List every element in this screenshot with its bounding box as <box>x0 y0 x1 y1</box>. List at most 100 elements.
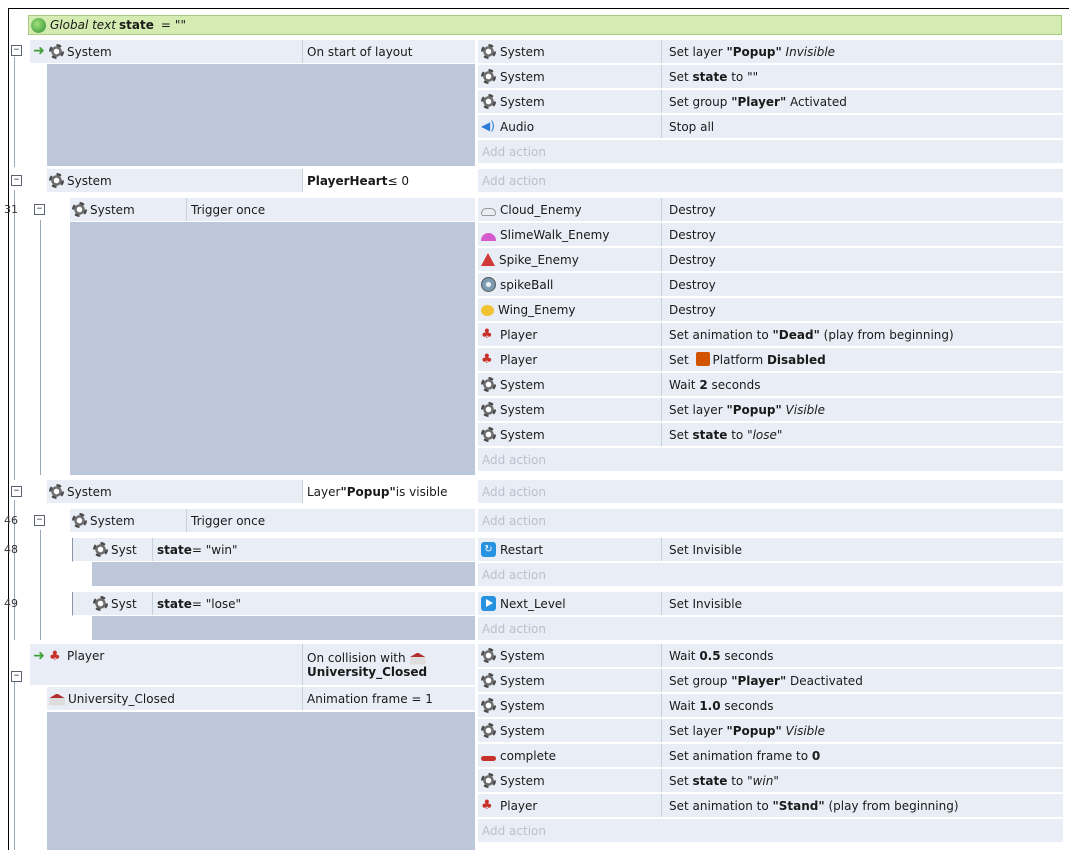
action-row[interactable]: Cloud_Enemy Destroy <box>478 198 1063 222</box>
action-row[interactable]: System Set group "Player" Activated <box>478 90 1063 114</box>
action-text: Set state to "win" <box>662 774 779 788</box>
action-object: Restart <box>500 542 544 557</box>
collapse-toggle[interactable]: − <box>34 204 45 215</box>
condition-text: On start of layout <box>302 40 475 63</box>
gear-icon <box>481 427 496 442</box>
action-text-part: Set <box>669 69 693 84</box>
action-text: Set layer "Popup" Visible <box>662 403 825 417</box>
add-action-row[interactable]: Add action <box>478 480 1063 504</box>
action-text: Destroy <box>669 277 716 292</box>
action-row[interactable]: Wing_Enemy Destroy <box>478 298 1063 322</box>
condition-row[interactable]: System Layer "Popup" is visible <box>47 480 475 504</box>
event-condition-area[interactable] <box>92 562 475 586</box>
action-row[interactable]: complete Set animation frame to 0 <box>478 744 1063 768</box>
action-row[interactable]: SlimeWalk_Enemy Destroy <box>478 223 1063 247</box>
event-condition-area[interactable] <box>47 64 475 166</box>
action-row[interactable]: ↻ Restart Set Invisible <box>478 538 1063 562</box>
action-row[interactable]: ♣ Player Set animation to "Dead" (play fr… <box>478 323 1063 347</box>
action-text-part: "lose" <box>747 427 783 442</box>
condition-row[interactable]: ➜ ♣ Player On collision with University_… <box>30 644 475 686</box>
event-number: 46 <box>4 514 18 527</box>
action-row[interactable]: System Wait 0.5 seconds <box>478 644 1063 668</box>
condition-row[interactable]: System PlayerHeart ≤ 0 <box>47 169 475 193</box>
action-object: complete <box>500 748 557 763</box>
action-row[interactable]: System Set state to "lose" <box>478 423 1063 447</box>
action-text-part: to <box>727 69 748 84</box>
add-action-row[interactable]: Add action <box>478 563 1063 587</box>
gear-icon <box>481 69 496 84</box>
collapse-toggle[interactable]: − <box>11 175 22 186</box>
action-object: Player <box>500 352 538 367</box>
event-condition-area[interactable] <box>70 222 475 475</box>
action-row[interactable]: ♣ Player Set animation to "Stand" (play f… <box>478 794 1063 818</box>
collapse-toggle[interactable]: − <box>11 671 22 682</box>
action-object: System <box>500 648 545 663</box>
add-action-row[interactable]: Add action <box>478 448 1063 472</box>
global-variable-equals: = <box>160 18 171 32</box>
add-action-label[interactable]: Add action <box>478 514 546 528</box>
action-text: Set state to "" <box>662 70 758 84</box>
gear-icon <box>481 648 496 663</box>
gear-icon <box>72 513 87 528</box>
condition-text-part: PlayerHeart <box>307 173 388 188</box>
action-row[interactable]: System Set layer "Popup" Invisible <box>478 40 1063 64</box>
event-condition-area[interactable] <box>92 616 475 640</box>
action-row[interactable]: spikeBall Destroy <box>478 273 1063 297</box>
action-row[interactable]: System Wait 1.0 seconds <box>478 694 1063 718</box>
action-row[interactable]: System Set layer "Popup" Visible <box>478 398 1063 422</box>
condition-text: state = "win" <box>152 538 476 561</box>
add-action-row[interactable]: Add action <box>478 819 1063 843</box>
action-text: Set state to "lose" <box>662 428 782 442</box>
collapse-toggle[interactable]: − <box>34 515 45 526</box>
add-action-label[interactable]: Add action <box>478 453 546 467</box>
action-row[interactable]: ◀) Audio Stop all <box>478 115 1063 139</box>
condition-object-name: System <box>90 513 135 528</box>
event-condition-area[interactable] <box>47 712 475 850</box>
add-action-row[interactable]: Add action <box>478 617 1063 641</box>
condition-object-name: System <box>90 202 135 217</box>
action-row[interactable]: System Set layer "Popup" Visible <box>478 719 1063 743</box>
action-object: Audio <box>500 119 535 134</box>
add-action-label[interactable]: Add action <box>478 824 546 838</box>
university-closed-icon <box>49 693 65 706</box>
condition-row[interactable]: Syst state = "win" <box>72 538 475 562</box>
gear-icon <box>93 542 108 557</box>
condition-object: ➜ System <box>30 40 112 63</box>
add-action-label[interactable]: Add action <box>478 622 546 636</box>
add-action-row[interactable]: Add action <box>478 169 1063 193</box>
action-row[interactable]: System Set state to "" <box>478 65 1063 89</box>
globe-icon <box>31 17 46 33</box>
spike-enemy-icon <box>481 253 495 266</box>
condition-row[interactable]: System Trigger once <box>70 198 475 222</box>
condition-row[interactable]: System Trigger once <box>70 509 475 533</box>
collapse-toggle[interactable]: − <box>11 486 22 497</box>
collapse-toggle[interactable]: − <box>11 45 22 56</box>
action-text: Wait 0.5 seconds <box>662 649 773 663</box>
add-action-label[interactable]: Add action <box>478 174 546 188</box>
condition-object-name: System <box>67 484 112 499</box>
add-action-row[interactable]: Add action <box>478 509 1063 533</box>
condition-row[interactable]: Syst state = "lose" <box>72 592 475 616</box>
action-row[interactable]: Spike_Enemy Destroy <box>478 248 1063 272</box>
add-action-label[interactable]: Add action <box>478 145 546 159</box>
action-text-part: "Stand" <box>772 798 825 813</box>
action-text: Set Invisible <box>669 542 743 557</box>
action-row[interactable]: ♣ Player Set Platform Disabled <box>478 348 1063 372</box>
action-row[interactable]: System Set group "Player" Deactivated <box>478 669 1063 693</box>
condition-row[interactable]: ➜ System On start of layout <box>30 40 475 64</box>
action-row[interactable]: System Wait 2 seconds <box>478 373 1063 397</box>
slime-enemy-icon <box>481 233 496 241</box>
gear-icon <box>49 44 64 59</box>
add-action-label[interactable]: Add action <box>478 485 546 499</box>
action-text-part: Set layer <box>669 402 727 417</box>
action-row[interactable]: System Set state to "win" <box>478 769 1063 793</box>
gear-icon <box>72 202 87 217</box>
tree-line <box>14 57 15 167</box>
add-action-label[interactable]: Add action <box>478 568 546 582</box>
condition-row[interactable]: University_Closed Animation frame = 1 <box>47 687 475 711</box>
action-row[interactable]: Next_Level Set Invisible <box>478 592 1063 616</box>
global-variable-row[interactable]: Global text state = "" <box>28 15 1062 35</box>
add-action-row[interactable]: Add action <box>478 140 1063 164</box>
next-level-icon <box>481 596 496 611</box>
gear-icon <box>481 773 496 788</box>
